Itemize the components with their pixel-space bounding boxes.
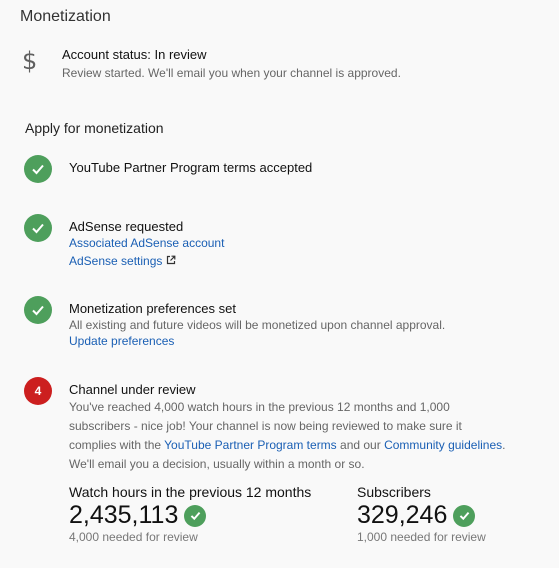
step-review-title: Channel under review [69,382,196,397]
check-icon [24,296,52,324]
adsense-settings-link[interactable]: AdSense settings [69,254,176,268]
watch-hours-number: 2,435,113 [69,501,179,529]
subscribers-note: 1,000 needed for review [357,530,486,544]
partner-program-terms-link[interactable]: YouTube Partner Program terms [164,438,337,452]
watch-hours-value: 2,435,113 [69,501,207,530]
check-icon [453,504,476,527]
account-status-subtitle: Review started. We'll email you when you… [62,66,401,80]
check-icon [24,155,52,183]
adsense-settings-label[interactable]: AdSense settings [69,254,162,268]
subscribers-value: 329,246 [357,501,476,530]
step-preferences-text: All existing and future videos will be m… [69,318,446,332]
account-status-title: Account status: In review [62,47,207,62]
step-adsense-title: AdSense requested [69,219,184,234]
check-icon [184,504,207,527]
subscribers-label: Subscribers [357,484,431,500]
check-icon [24,214,52,242]
associated-adsense-link[interactable]: Associated AdSense account [69,236,224,250]
update-preferences-link[interactable]: Update preferences [69,334,174,348]
dollar-icon: $ [22,47,38,75]
step-review-text: You've reached 4,000 watch hours in the … [69,398,509,474]
community-guidelines-link[interactable]: Community guidelines [384,438,502,452]
external-link-icon [166,254,176,268]
watch-hours-label: Watch hours in the previous 12 months [69,484,312,500]
step-preferences-title: Monetization preferences set [69,301,236,316]
apply-heading: Apply for monetization [25,120,164,136]
subscribers-number: 329,246 [357,501,448,529]
review-text-part-2: and our [336,438,385,452]
watch-hours-note: 4,000 needed for review [69,530,198,544]
step-terms-title: YouTube Partner Program terms accepted [69,160,313,175]
step-number-badge: 4 [24,377,52,405]
page-title: Monetization [20,8,111,25]
